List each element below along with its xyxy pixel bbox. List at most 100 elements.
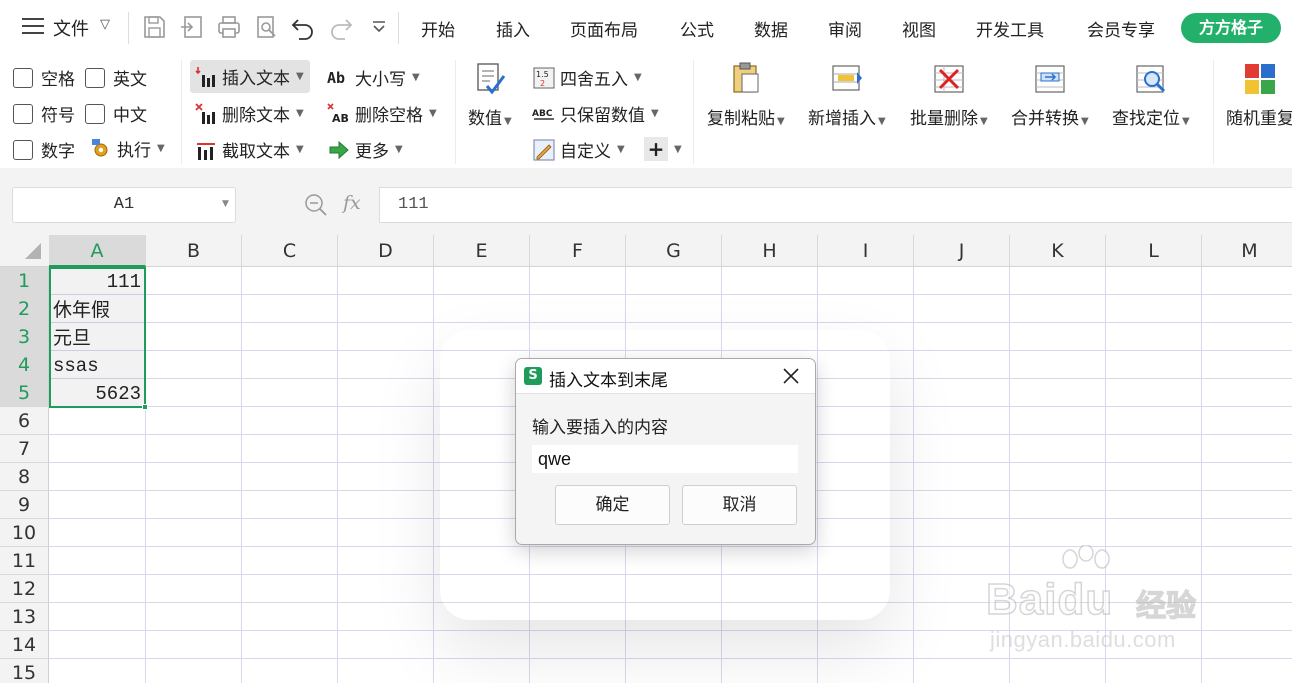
close-icon[interactable] — [782, 367, 800, 385]
row-header-9[interactable]: 9 — [0, 491, 49, 519]
copy-paste-button[interactable]: 复制粘贴 ▼ — [707, 62, 785, 129]
cancel-button[interactable]: 取消 — [682, 485, 797, 525]
tab-developer[interactable]: 开发工具 — [976, 16, 1044, 41]
random-repeat-button[interactable]: 随机重复 — [1226, 62, 1292, 129]
redo-icon[interactable] — [328, 14, 354, 40]
tab-home[interactable]: 开始 — [421, 16, 455, 41]
checkbox-space[interactable]: 空格 — [13, 65, 75, 90]
rounding-button[interactable]: 1.5 2 四舍五入 ▼ — [532, 65, 642, 90]
print-preview-icon[interactable] — [253, 14, 279, 40]
cut-text-button[interactable]: 截取文本 ▼ — [194, 137, 304, 162]
checkbox[interactable] — [13, 103, 33, 124]
column-header-d[interactable]: D — [338, 235, 434, 267]
save-icon[interactable] — [141, 14, 167, 40]
column-header-b[interactable]: B — [146, 235, 242, 267]
row-header-8[interactable]: 8 — [0, 463, 49, 491]
cell-a2[interactable]: 休年假 — [49, 296, 145, 324]
print-icon[interactable] — [216, 14, 242, 40]
insert-text-dialog: S 插入文本到末尾 输入要插入的内容 确定 取消 — [515, 358, 816, 545]
row-header-1[interactable]: 1 — [0, 267, 49, 295]
add-button[interactable]: + ▼ — [644, 137, 682, 161]
column-header-f[interactable]: F — [530, 235, 626, 267]
checkbox[interactable] — [13, 67, 33, 88]
checkbox[interactable] — [85, 67, 105, 88]
batch-delete-button[interactable]: 批量删除 ▼ — [910, 62, 988, 129]
cell-a3[interactable]: 元旦 — [49, 324, 145, 352]
column-header-i[interactable]: I — [818, 235, 914, 267]
keep-numeric-button[interactable]: ABC 只保留数值 ▼ — [532, 101, 659, 126]
row-header-11[interactable]: 11 — [0, 547, 49, 575]
checkbox[interactable] — [13, 139, 33, 160]
delete-spaces-icon: AB — [327, 102, 349, 125]
svg-text:AB: AB — [332, 112, 349, 125]
column-header-e[interactable]: E — [434, 235, 530, 267]
tab-formulas[interactable]: 公式 — [680, 16, 714, 41]
column-header-h[interactable]: H — [722, 235, 818, 267]
checkbox[interactable] — [85, 103, 105, 124]
zoom-icon[interactable] — [304, 193, 328, 217]
find-locate-button[interactable]: 查找定位 ▼ — [1112, 62, 1190, 129]
find-magnifier-icon — [1136, 65, 1165, 93]
tab-data[interactable]: 数据 — [754, 16, 788, 41]
merge-convert-button[interactable]: 合并转换 ▼ — [1011, 62, 1089, 129]
delete-text-icon — [195, 102, 215, 124]
tab-review[interactable]: 审阅 — [828, 16, 862, 41]
undo-icon[interactable] — [290, 14, 316, 40]
execute-button[interactable]: 执行 ▼ — [89, 136, 165, 161]
dialog-titlebar[interactable]: S 插入文本到末尾 — [516, 359, 815, 394]
insert-content-input[interactable] — [532, 445, 798, 473]
cell-a4[interactable]: ssas — [49, 352, 145, 380]
column-header-l[interactable]: L — [1106, 235, 1202, 267]
numeric-button[interactable]: 数值 ▼ — [468, 62, 512, 129]
cut-text-icon — [197, 142, 215, 160]
hamburger-menu-icon[interactable] — [22, 18, 44, 36]
ok-button[interactable]: 确定 — [555, 485, 670, 525]
formula-input[interactable]: 111 — [379, 187, 1292, 223]
row-header-10[interactable]: 10 — [0, 519, 49, 547]
delete-text-button[interactable]: 删除文本 ▼ — [194, 101, 304, 126]
customize-toolbar-icon[interactable] — [366, 14, 392, 40]
column-header-k[interactable]: K — [1010, 235, 1106, 267]
fx-icon[interactable]: fx — [343, 192, 361, 214]
tab-page-layout[interactable]: 页面布局 — [570, 16, 638, 41]
chevron-down-icon[interactable]: ▽ — [100, 17, 110, 32]
column-header-m[interactable]: M — [1202, 235, 1292, 267]
name-box-dropdown-icon[interactable]: ▼ — [222, 199, 229, 209]
cell-a5[interactable]: 5623 — [49, 380, 145, 408]
tab-member[interactable]: 会员专享 — [1087, 16, 1155, 41]
checkbox-number[interactable]: 数字 — [13, 137, 75, 162]
row-header-4[interactable]: 4 — [0, 351, 49, 379]
cell-a1[interactable]: 111 — [49, 268, 145, 296]
checkbox-chinese[interactable]: 中文 — [85, 101, 147, 126]
row-header-14[interactable]: 14 — [0, 631, 49, 659]
row-header-2[interactable]: 2 — [0, 295, 49, 323]
svg-text:ABC: ABC — [532, 109, 553, 119]
row-header-12[interactable]: 12 — [0, 575, 49, 603]
row-header-13[interactable]: 13 — [0, 603, 49, 631]
add-insert-button[interactable]: 新增插入 ▼ — [808, 62, 886, 129]
delete-spaces-button[interactable]: AB 删除空格 ▼ — [327, 101, 437, 126]
row-header-7[interactable]: 7 — [0, 435, 49, 463]
column-header-j[interactable]: J — [914, 235, 1010, 267]
custom-button[interactable]: 自定义 ▼ — [532, 137, 625, 162]
checkbox-english[interactable]: 英文 — [85, 65, 147, 90]
select-all-triangle-icon[interactable] — [25, 243, 41, 259]
tab-view[interactable]: 视图 — [902, 16, 936, 41]
column-header-g[interactable]: G — [626, 235, 722, 267]
more-button[interactable]: 更多 ▼ — [327, 137, 403, 162]
insert-text-button[interactable]: 插入文本 ▼ — [190, 60, 310, 93]
row-header-15[interactable]: 15 — [0, 659, 49, 683]
tab-insert[interactable]: 插入 — [496, 16, 530, 41]
row-header-6[interactable]: 6 — [0, 407, 49, 435]
tab-fangfang-gezi[interactable]: 方方格子 — [1181, 13, 1281, 43]
row-header-5[interactable]: 5 — [0, 379, 49, 407]
column-header-c[interactable]: C — [242, 235, 338, 267]
dialog-prompt: 输入要插入的内容 — [532, 418, 668, 438]
name-box[interactable]: A1 — [12, 187, 236, 223]
export-icon[interactable] — [179, 14, 205, 40]
column-header-a[interactable]: A — [49, 235, 146, 267]
file-menu[interactable]: 文件 — [53, 15, 89, 41]
case-button[interactable]: Ab 大小写 ▼ — [327, 65, 420, 91]
checkbox-symbol[interactable]: 符号 — [13, 101, 75, 126]
row-header-3[interactable]: 3 — [0, 323, 49, 351]
